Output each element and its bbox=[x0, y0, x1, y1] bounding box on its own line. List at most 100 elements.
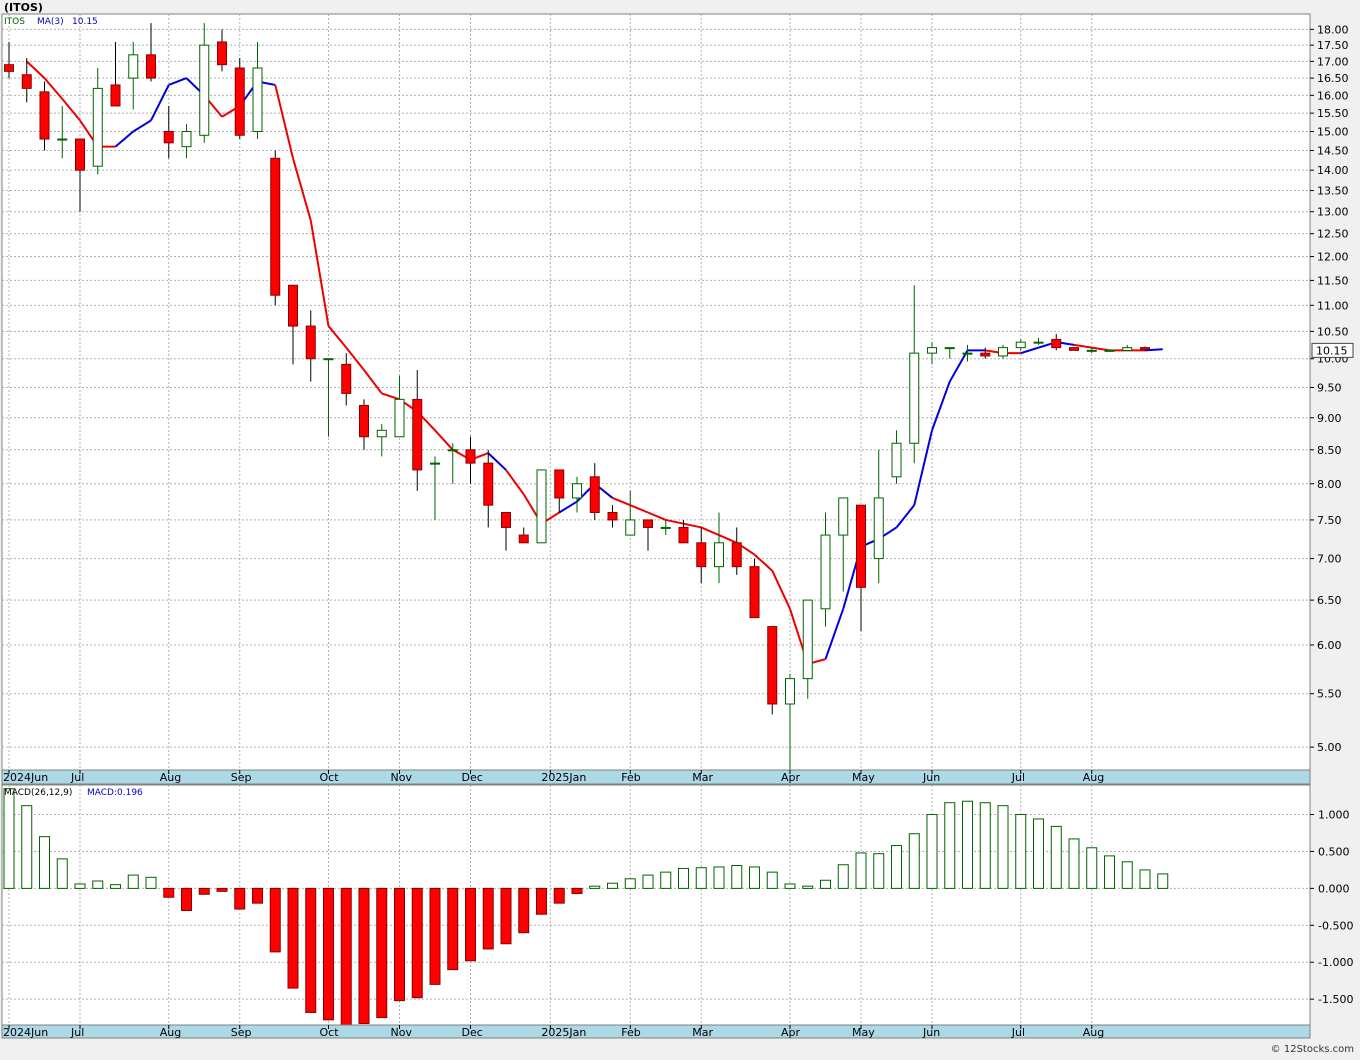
macd-x-tick-label: 2025Jan bbox=[541, 1026, 586, 1039]
candle-body bbox=[856, 504, 866, 588]
legend-symbol: ITOS bbox=[4, 17, 25, 27]
price-y-tick-label: 9.50 bbox=[1317, 381, 1342, 394]
chart-svg: 18.00 17.50 17.00 16.50 16.00 15.50 15.00 14.50… bbox=[0, 0, 1360, 1056]
candle-body bbox=[660, 526, 671, 529]
price-y-tick-label: 12.50 bbox=[1317, 228, 1349, 241]
macd-bar bbox=[340, 887, 352, 1026]
candle-body bbox=[909, 352, 920, 444]
price-y-tick-label: 15.50 bbox=[1317, 107, 1349, 120]
candle-body bbox=[749, 566, 760, 619]
macd-x-tick-label: Jul bbox=[70, 1026, 84, 1039]
price-x-tick-label: Nov bbox=[391, 771, 413, 784]
candle-body bbox=[998, 347, 1008, 357]
candle-body bbox=[873, 497, 884, 560]
candle-body bbox=[625, 519, 636, 536]
macd-bar bbox=[163, 887, 175, 898]
chart-title: (ITOS) bbox=[4, 1, 43, 14]
candle-body bbox=[518, 534, 529, 544]
current-price-label: 10.15 bbox=[1316, 344, 1348, 357]
price-y-tick-label: 13.50 bbox=[1317, 185, 1349, 198]
macd-bar bbox=[837, 864, 849, 889]
macd-bar bbox=[394, 887, 405, 1002]
candle-body bbox=[927, 347, 937, 354]
macd-bar bbox=[1157, 873, 1169, 889]
macd-bar bbox=[482, 887, 494, 950]
candle-body bbox=[696, 542, 707, 568]
price-y-tick-label: 6.50 bbox=[1317, 594, 1342, 607]
price-plot-area bbox=[1, 13, 1311, 771]
macd-bar bbox=[181, 887, 192, 912]
macd-bar bbox=[127, 874, 139, 889]
candle-body bbox=[1086, 349, 1097, 352]
macd-bar bbox=[411, 887, 423, 999]
macd-bar bbox=[1139, 869, 1151, 889]
macd-bar bbox=[660, 871, 672, 889]
price-y-tick-label: 7.50 bbox=[1317, 514, 1342, 527]
macd-bar bbox=[1068, 838, 1080, 889]
candle-body bbox=[1033, 341, 1044, 344]
candle-body bbox=[447, 449, 458, 452]
macd-bar bbox=[855, 852, 867, 889]
macd-bar bbox=[820, 879, 831, 889]
price-y-tick-label: 16.00 bbox=[1317, 89, 1349, 102]
price-x-tick-label: Jun bbox=[922, 771, 940, 784]
candle-body bbox=[181, 131, 192, 148]
macd-bar bbox=[891, 845, 902, 889]
macd-x-tick-label: Jun bbox=[922, 1026, 940, 1039]
price-x-tick-label: Jul bbox=[1011, 771, 1025, 784]
macd-y-tick-label: -0.500 bbox=[1318, 919, 1353, 932]
candle-body bbox=[554, 469, 565, 499]
price-x-tick-label: May bbox=[852, 771, 875, 784]
macd-x-tick-label: Aug bbox=[1083, 1026, 1104, 1039]
candle-body bbox=[1104, 349, 1115, 352]
candle bbox=[270, 150, 281, 306]
macd-bar bbox=[518, 887, 530, 934]
macd-bar bbox=[287, 887, 299, 989]
macd-bar bbox=[766, 871, 778, 889]
price-y-tick-label: 12.00 bbox=[1317, 251, 1349, 264]
price-x-axis-band bbox=[1, 769, 1311, 785]
candle-body bbox=[838, 497, 849, 536]
candle-body bbox=[1069, 347, 1079, 351]
macd-bar bbox=[269, 887, 281, 953]
macd-x-tick-label: Apr bbox=[781, 1026, 801, 1039]
candle-body bbox=[1015, 341, 1026, 349]
macd-bar bbox=[376, 887, 388, 1019]
macd-bar bbox=[447, 887, 459, 971]
macd-y-tick-label: 0.000 bbox=[1318, 882, 1350, 895]
macd-label: MACD(26,12,9) bbox=[4, 788, 72, 798]
price-x-tick-label: Feb bbox=[621, 771, 640, 784]
candle-body bbox=[767, 626, 778, 705]
macd-bar bbox=[74, 883, 86, 889]
macd-y-tick-label: 0.500 bbox=[1318, 845, 1350, 858]
price-y-tick-label: 15.00 bbox=[1317, 126, 1349, 139]
macd-bar bbox=[536, 887, 547, 915]
price-y-tick-label: 8.50 bbox=[1317, 444, 1342, 457]
macd-bar bbox=[802, 885, 814, 889]
macd-bar bbox=[92, 880, 104, 889]
price-y-tick-label: 11.50 bbox=[1317, 274, 1349, 287]
macd-bar bbox=[1033, 818, 1044, 889]
legend-ma-label: MA(3) bbox=[37, 17, 64, 27]
macd-bar bbox=[3, 788, 15, 889]
price-y-tick-label: 17.00 bbox=[1317, 55, 1349, 68]
price-y-tick-label: 7.00 bbox=[1317, 553, 1342, 566]
price-x-tick-label: Aug bbox=[1083, 771, 1104, 784]
candle-body bbox=[483, 462, 494, 506]
legend-ma-value: 10.15 bbox=[72, 17, 98, 27]
price-y-tick-label: 5.50 bbox=[1317, 688, 1342, 701]
candle-body bbox=[430, 462, 440, 465]
candle-body bbox=[731, 542, 742, 568]
macd-bar bbox=[571, 887, 583, 895]
macd-bar bbox=[1104, 855, 1115, 889]
macd-bar bbox=[607, 882, 618, 889]
candle bbox=[1069, 347, 1079, 351]
macd-bar bbox=[358, 887, 370, 1025]
candle-body bbox=[643, 519, 653, 528]
macd-bar bbox=[1121, 861, 1133, 889]
macd-bar bbox=[997, 805, 1009, 889]
macd-y-tick-label: -1.000 bbox=[1318, 956, 1353, 969]
candle-body bbox=[305, 325, 316, 360]
candle-body bbox=[962, 352, 973, 355]
candle bbox=[767, 626, 778, 715]
